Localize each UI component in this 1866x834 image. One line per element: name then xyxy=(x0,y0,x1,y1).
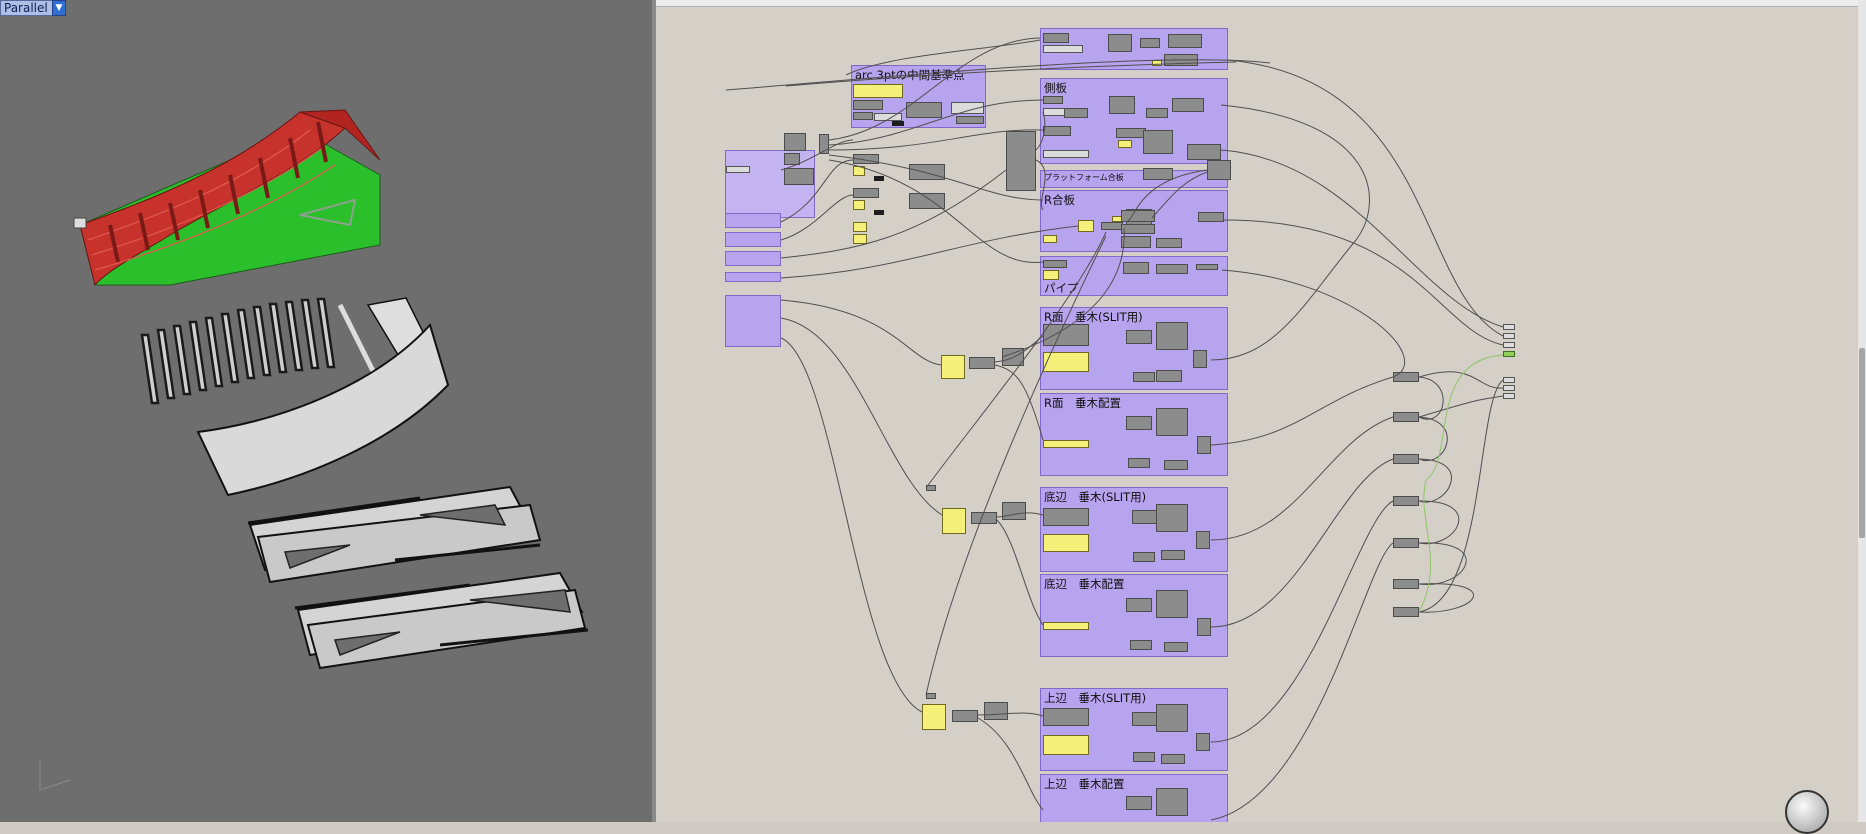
grasshopper-canvas[interactable]: arc 3ptの中間基準点 側板 プラットフォーム合板 R合板 パイプ R面 垂… xyxy=(656,0,1866,822)
scrollbar-thumb[interactable] xyxy=(1859,348,1865,538)
r-plywood xyxy=(196,323,450,497)
viewport-scene xyxy=(39,109,589,791)
pipe xyxy=(337,303,378,377)
rafter-set xyxy=(140,297,336,405)
vertical-scrollbar[interactable] xyxy=(1858,0,1866,822)
dropdown-arrow-icon[interactable]: ▼ xyxy=(52,0,66,16)
wire-layer xyxy=(725,37,1504,821)
ramp-end-marker xyxy=(73,217,87,229)
canvas-toolbar[interactable] xyxy=(656,0,1866,7)
navigation-sphere-icon[interactable] xyxy=(1785,790,1829,834)
rhino-viewport[interactable]: Parallel ▼ xyxy=(0,0,652,822)
axis-indicator xyxy=(39,760,71,791)
viewport-projection-label[interactable]: Parallel xyxy=(0,0,53,16)
